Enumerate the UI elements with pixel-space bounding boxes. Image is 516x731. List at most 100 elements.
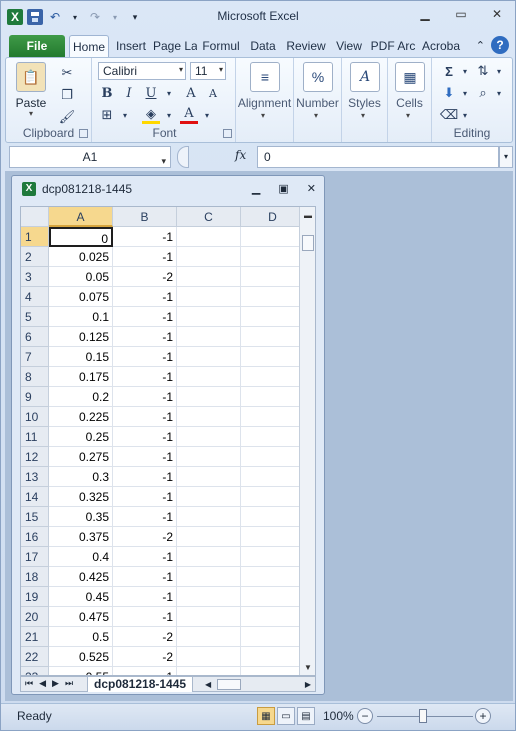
cell-d[interactable] bbox=[241, 527, 305, 547]
cell-b[interactable]: -1 bbox=[113, 327, 177, 347]
cell-c[interactable] bbox=[177, 267, 241, 287]
tab-pdf-architect[interactable]: PDF Arc bbox=[369, 35, 417, 57]
scroll-right-icon[interactable]: ▶ bbox=[305, 680, 311, 689]
cell-d[interactable] bbox=[241, 547, 305, 567]
fill-color-dropdown-icon[interactable]: ▾ bbox=[160, 106, 178, 124]
cell-d[interactable] bbox=[241, 607, 305, 627]
paste-button[interactable]: 📋 Paste ▾ bbox=[8, 62, 54, 118]
row-header[interactable]: 10 bbox=[21, 407, 49, 427]
cell-a[interactable]: 0.2 bbox=[49, 387, 113, 407]
cell-c[interactable] bbox=[177, 567, 241, 587]
row-header[interactable]: 9 bbox=[21, 387, 49, 407]
row-header[interactable]: 18 bbox=[21, 567, 49, 587]
cell-b[interactable]: -1 bbox=[113, 247, 177, 267]
scroll-down-icon[interactable]: ▼ bbox=[300, 661, 315, 675]
cells-group[interactable]: ▦ Cells ▾ bbox=[388, 58, 432, 142]
row-header[interactable]: 21 bbox=[21, 627, 49, 647]
tab-page-layout[interactable]: Page La bbox=[153, 35, 197, 57]
cell-c[interactable] bbox=[177, 287, 241, 307]
cell-b[interactable]: -1 bbox=[113, 367, 177, 387]
cell-d[interactable] bbox=[241, 287, 305, 307]
cell-c[interactable] bbox=[177, 527, 241, 547]
cell-c[interactable] bbox=[177, 547, 241, 567]
cell-b[interactable]: -1 bbox=[113, 227, 177, 247]
tab-home[interactable]: Home bbox=[69, 35, 109, 57]
cell-d[interactable] bbox=[241, 387, 305, 407]
row-header[interactable]: 7 bbox=[21, 347, 49, 367]
cell-b[interactable]: -1 bbox=[113, 587, 177, 607]
cell-d[interactable] bbox=[241, 487, 305, 507]
row-header[interactable]: 16 bbox=[21, 527, 49, 547]
insert-function-button[interactable]: fx bbox=[235, 148, 246, 162]
cell-b[interactable]: -2 bbox=[113, 527, 177, 547]
cell-a[interactable]: 0.325 bbox=[49, 487, 113, 507]
grow-font-button[interactable]: A bbox=[182, 84, 200, 102]
row-header[interactable]: 5 bbox=[21, 307, 49, 327]
row-header[interactable]: 4 bbox=[21, 287, 49, 307]
column-header-d[interactable]: D bbox=[241, 207, 305, 227]
cell-a[interactable]: 0.05 bbox=[49, 267, 113, 287]
cell-d[interactable] bbox=[241, 347, 305, 367]
font-color-button[interactable]: A bbox=[180, 106, 198, 124]
font-name-select[interactable]: Calibri ▾ bbox=[98, 62, 186, 80]
row-header[interactable]: 12 bbox=[21, 447, 49, 467]
cell-c[interactable] bbox=[177, 467, 241, 487]
cell-b[interactable]: -1 bbox=[113, 387, 177, 407]
cell-d[interactable] bbox=[241, 407, 305, 427]
expand-formula-bar-icon[interactable]: ▾ bbox=[499, 146, 513, 168]
borders-icon[interactable]: ⊞ bbox=[98, 106, 116, 124]
cell-d[interactable] bbox=[241, 467, 305, 487]
number-button[interactable]: % bbox=[295, 62, 341, 96]
cell-b[interactable]: -1 bbox=[113, 507, 177, 527]
sheet-tab[interactable]: dcp081218-1445 bbox=[87, 677, 194, 692]
name-box[interactable]: A1 ▾ bbox=[9, 146, 171, 168]
bold-button[interactable]: B bbox=[98, 84, 116, 102]
cell-a[interactable]: 0.35 bbox=[49, 507, 113, 527]
cell-c[interactable] bbox=[177, 247, 241, 267]
tab-insert[interactable]: Insert bbox=[111, 35, 151, 57]
cell-c[interactable] bbox=[177, 307, 241, 327]
cell-d[interactable] bbox=[241, 507, 305, 527]
column-header-c[interactable]: C bbox=[177, 207, 241, 227]
zoom-slider-thumb[interactable] bbox=[419, 709, 427, 723]
workbook-restore-icon[interactable]: ▣ bbox=[278, 182, 288, 195]
cell-c[interactable] bbox=[177, 587, 241, 607]
cell-d[interactable] bbox=[241, 367, 305, 387]
borders-dropdown-icon[interactable]: ▾ bbox=[116, 106, 134, 124]
font-launcher-icon[interactable] bbox=[223, 129, 232, 138]
number-group[interactable]: % Number ▾ bbox=[294, 58, 342, 142]
cell-a[interactable]: 0.025 bbox=[49, 247, 113, 267]
tab-formulas[interactable]: Formul bbox=[199, 35, 243, 57]
row-header[interactable]: 19 bbox=[21, 587, 49, 607]
cell-d[interactable] bbox=[241, 627, 305, 647]
row-header[interactable]: 8 bbox=[21, 367, 49, 387]
cell-b[interactable]: -1 bbox=[113, 427, 177, 447]
cell-a[interactable]: 0 bbox=[49, 227, 113, 247]
fill-color-icon[interactable]: ◈ bbox=[142, 106, 160, 124]
formula-input[interactable]: 0 bbox=[257, 146, 499, 168]
cell-b[interactable]: -1 bbox=[113, 407, 177, 427]
fill-dropdown-icon[interactable]: ▾ bbox=[456, 84, 474, 102]
cell-a[interactable]: 0.175 bbox=[49, 367, 113, 387]
alignment-group[interactable]: ≡ Alignment ▾ bbox=[236, 58, 294, 142]
cell-d[interactable] bbox=[241, 567, 305, 587]
cell-a[interactable]: 0.3 bbox=[49, 467, 113, 487]
prev-sheet-icon[interactable]: ◀ bbox=[39, 678, 46, 689]
worksheet-grid[interactable]: A B C D 1 0 -1 2 0.025 -1 3 0.05 -2 4 0.075 -1 5 0.1-… bbox=[20, 206, 316, 676]
sort-filter-dropdown-icon[interactable]: ▾ bbox=[490, 62, 508, 80]
cell-b[interactable]: -1 bbox=[113, 547, 177, 567]
cell-b[interactable]: -1 bbox=[113, 467, 177, 487]
cell-a[interactable]: 0.45 bbox=[49, 587, 113, 607]
cell-b[interactable]: -1 bbox=[113, 667, 177, 675]
help-icon[interactable]: ? bbox=[491, 36, 509, 54]
cell-b[interactable]: -1 bbox=[113, 307, 177, 327]
page-layout-view-icon[interactable]: ▭ bbox=[277, 707, 295, 725]
cell-d[interactable] bbox=[241, 587, 305, 607]
cell-d[interactable] bbox=[241, 307, 305, 327]
cell-c[interactable] bbox=[177, 447, 241, 467]
minimize-icon[interactable]: ▁ bbox=[413, 5, 437, 23]
cell-a[interactable]: 0.55 bbox=[49, 667, 113, 675]
cell-c[interactable] bbox=[177, 227, 241, 247]
cell-b[interactable]: -2 bbox=[113, 267, 177, 287]
cell-a[interactable]: 0.075 bbox=[49, 287, 113, 307]
